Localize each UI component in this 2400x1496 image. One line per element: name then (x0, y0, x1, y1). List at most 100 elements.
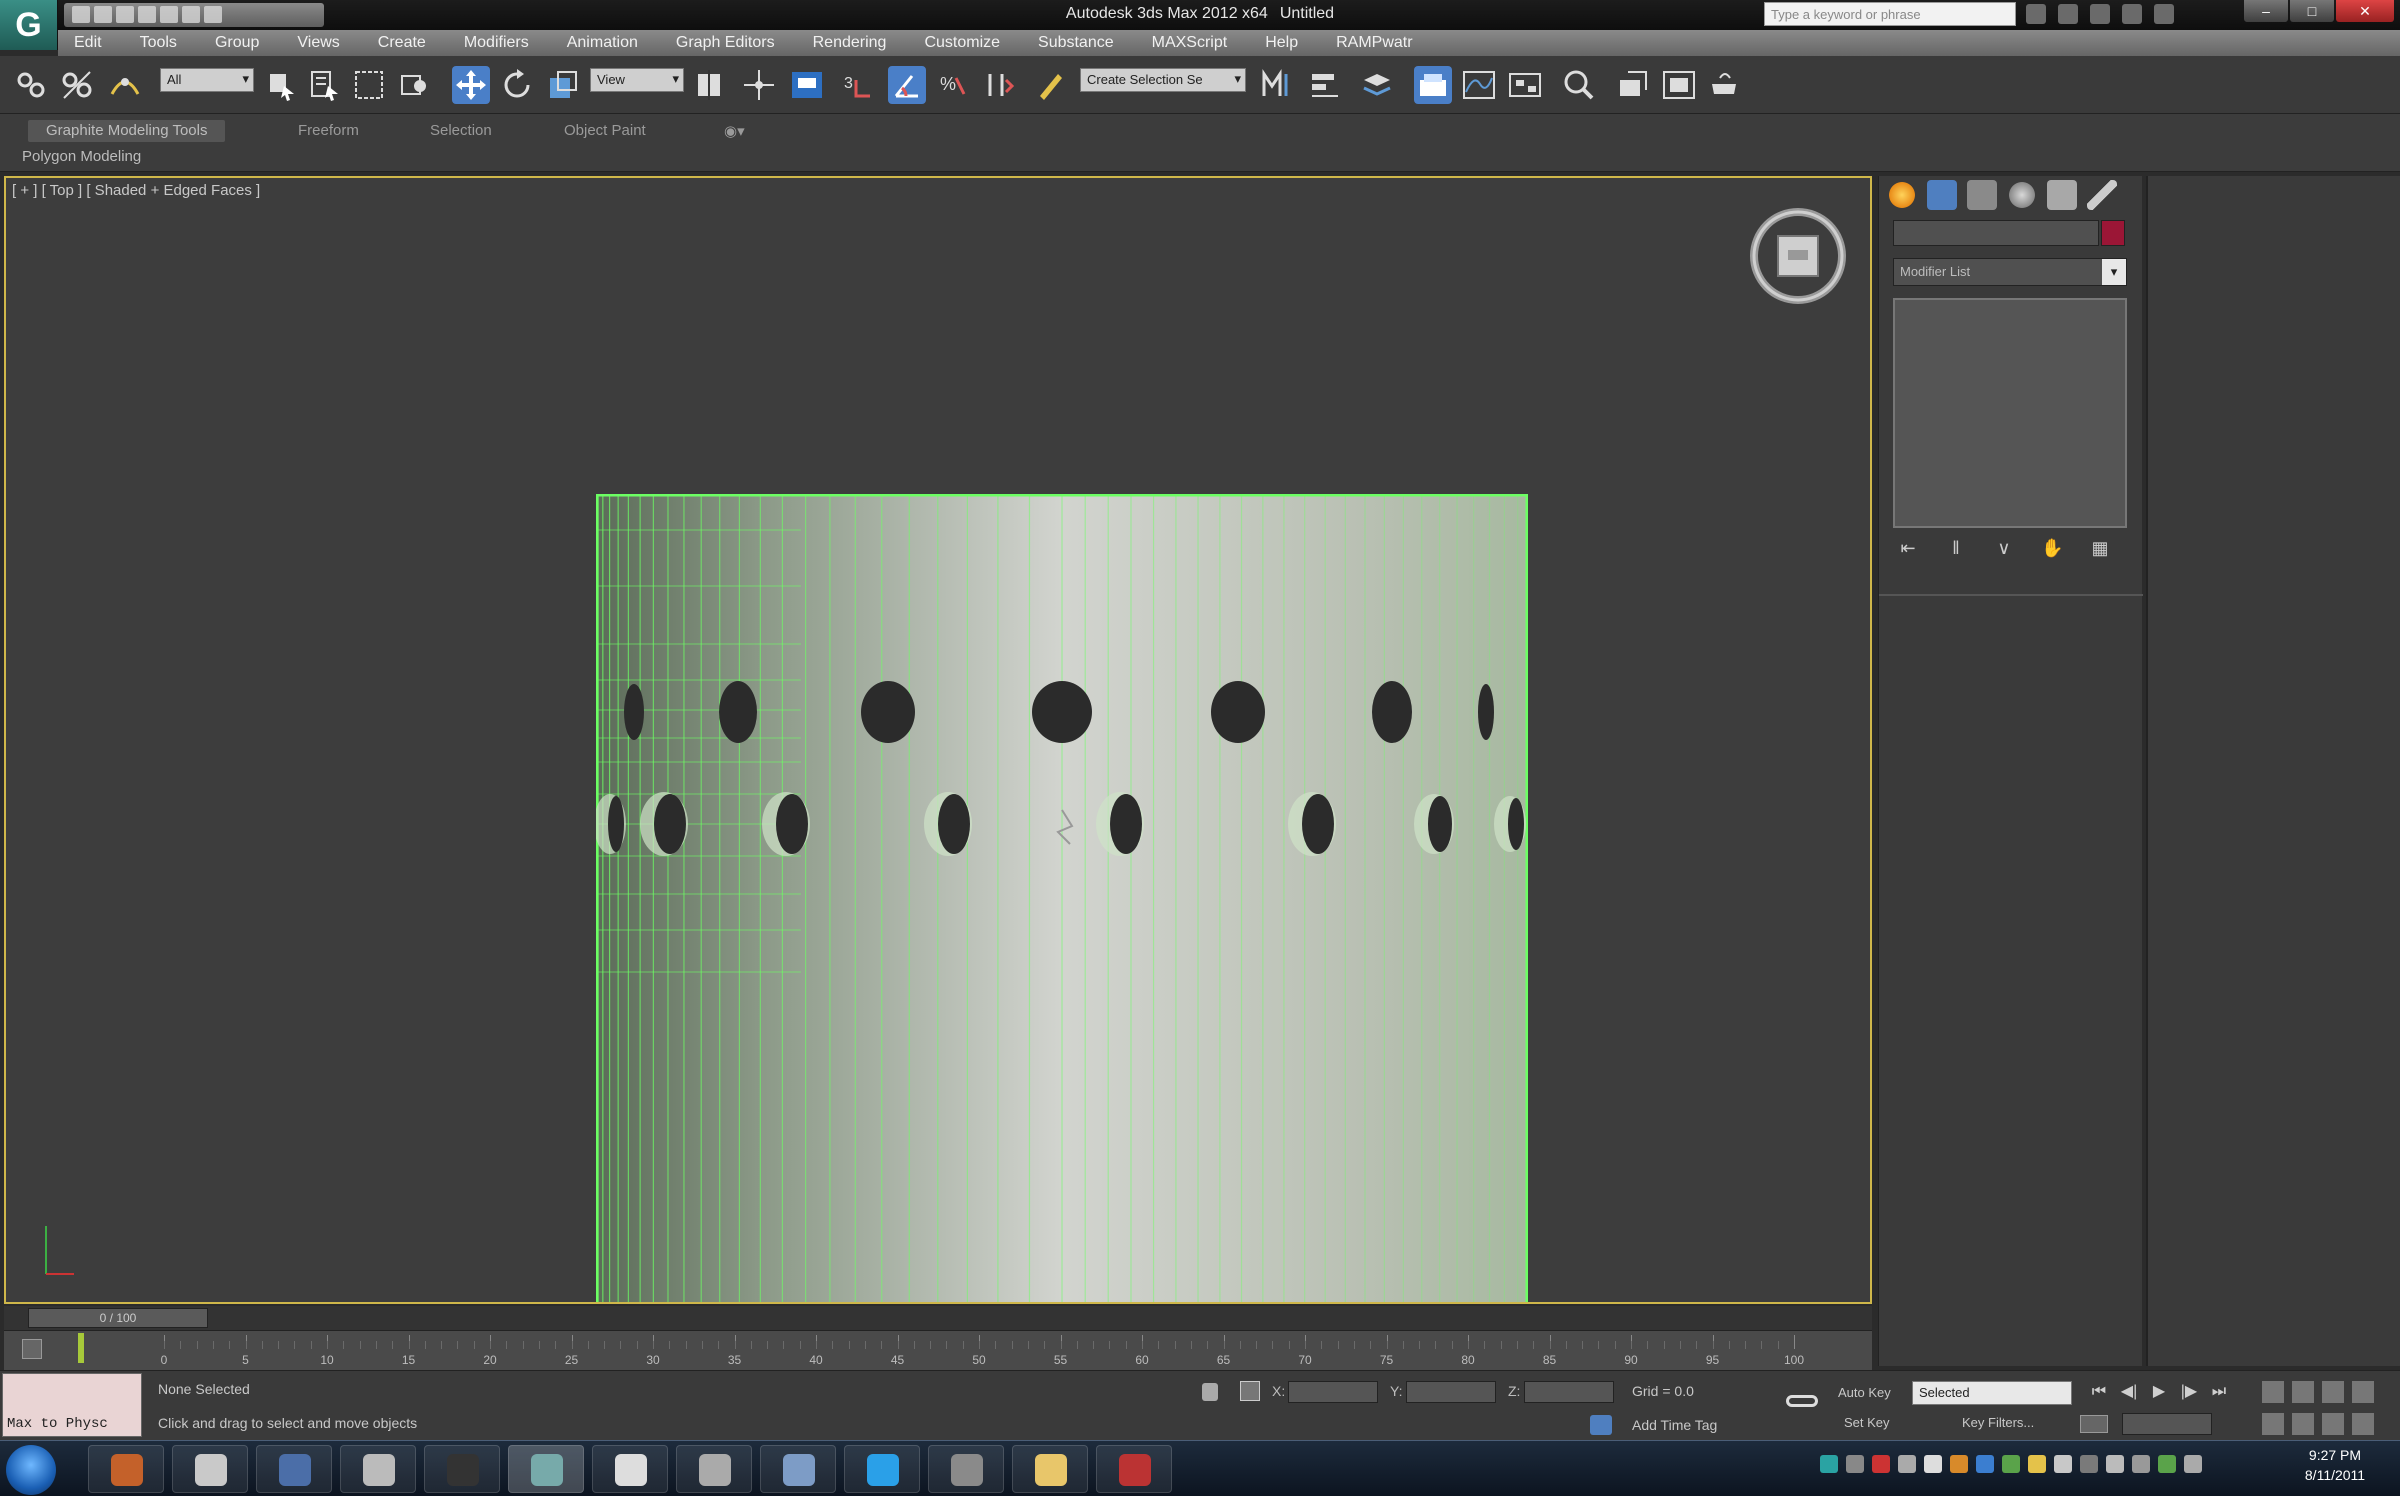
pin-stack-icon[interactable]: ⇤ (1897, 538, 1919, 560)
modifier-stack[interactable] (1893, 298, 2127, 528)
display-icon[interactable] (2047, 180, 2077, 210)
add-time-tag-button[interactable]: Add Time Tag (1632, 1417, 1717, 1433)
show-end-result-icon[interactable]: ‖ (1945, 538, 1967, 560)
create-icon[interactable] (1887, 180, 1917, 210)
zoom-extents-icon[interactable] (2322, 1381, 2344, 1403)
taskbar-app-button[interactable] (508, 1445, 584, 1493)
taskbar-app-button[interactable] (592, 1445, 668, 1493)
menu-tools[interactable]: Tools (140, 34, 177, 52)
zoom-icon[interactable] (2262, 1381, 2284, 1403)
named-selection-dropdown[interactable]: Create Selection Se (1080, 68, 1246, 92)
quick-access-toolbar[interactable] (64, 3, 324, 27)
ribbon-panel-polygon-modeling[interactable]: Polygon Modeling (22, 148, 141, 165)
select-object-icon[interactable] (262, 66, 300, 104)
menu-create[interactable]: Create (378, 34, 426, 52)
percent-snap-icon[interactable]: % (934, 66, 972, 104)
tab-selection[interactable]: Selection (412, 120, 510, 142)
auto-key-button[interactable]: Auto Key (1838, 1385, 1891, 1400)
taskbar-app-button[interactable] (928, 1445, 1004, 1493)
object-color-swatch[interactable] (2101, 220, 2125, 246)
remove-modifier-icon[interactable]: ✋ (2041, 538, 2063, 560)
binoculars-icon[interactable] (2026, 4, 2046, 24)
curve-editor-icon[interactable] (1460, 66, 1498, 104)
angle-snap-icon[interactable] (888, 66, 926, 104)
menu-maxscript[interactable]: MAXScript (1152, 34, 1228, 52)
play-icon[interactable]: ▶ (2146, 1381, 2172, 1403)
taskbar-app-button[interactable] (1096, 1445, 1172, 1493)
maximize-button[interactable]: □ (2290, 0, 2334, 22)
zoom-all-icon[interactable] (2292, 1381, 2314, 1403)
snaps-toggle-icon[interactable]: 3 (840, 66, 878, 104)
reference-coordinate-dropdown[interactable]: View (590, 68, 684, 92)
select-and-move-icon[interactable] (452, 66, 490, 104)
tray-battery-icon[interactable] (2158, 1455, 2176, 1473)
utilities-icon[interactable] (2087, 180, 2117, 210)
taskbar-app-button[interactable] (424, 1445, 500, 1493)
render-setup-icon[interactable] (1614, 66, 1652, 104)
tray-flame-icon[interactable] (1950, 1455, 1968, 1473)
search-input[interactable]: Type a keyword or phrase (1764, 2, 2016, 26)
tab-graphite-modeling-tools[interactable]: Graphite Modeling Tools (28, 120, 226, 142)
make-unique-icon[interactable]: ∨ (1993, 538, 2015, 560)
redo-icon[interactable] (160, 6, 178, 23)
modify-icon[interactable] (1927, 180, 1957, 210)
motion-icon[interactable] (2007, 180, 2037, 210)
viewcube-icon[interactable] (1748, 206, 1848, 306)
object-name-field[interactable] (1893, 220, 2099, 246)
key-mode-toggle-icon[interactable] (2080, 1415, 2108, 1433)
app-button-icon[interactable]: G (0, 0, 58, 50)
set-key-button[interactable]: Set Key (1844, 1415, 1890, 1430)
select-and-link-icon[interactable] (12, 66, 50, 104)
tray-orange-icon[interactable] (2028, 1455, 2046, 1473)
select-and-scale-icon[interactable] (544, 66, 582, 104)
taskbar-app-button[interactable] (88, 1445, 164, 1493)
tray-antivirus-icon[interactable] (1872, 1455, 1890, 1473)
graphite-toggle-icon[interactable] (1414, 66, 1452, 104)
tray-chart-icon[interactable] (2080, 1455, 2098, 1473)
unlink-icon[interactable] (58, 66, 96, 104)
cylinder-mesh[interactable] (596, 494, 1528, 1304)
y-coordinate-field[interactable] (1406, 1381, 1496, 1403)
time-slider[interactable]: 0 / 100 (4, 1306, 1872, 1330)
pivot-center-icon[interactable] (690, 66, 728, 104)
taskbar-app-button[interactable] (844, 1445, 920, 1493)
taskbar-app-button[interactable] (256, 1445, 332, 1493)
tray-steam-icon[interactable] (1976, 1455, 1994, 1473)
pan-view-icon[interactable] (2292, 1413, 2314, 1435)
orbit-icon[interactable] (2322, 1413, 2344, 1435)
bind-space-warp-icon[interactable] (106, 66, 144, 104)
tray-network-icon[interactable] (1820, 1455, 1838, 1473)
current-frame-field[interactable] (2122, 1413, 2212, 1435)
taskbar-app-button[interactable] (1012, 1445, 1088, 1493)
previous-frame-icon[interactable]: ◀| (2116, 1381, 2142, 1403)
taskbar-app-button[interactable] (172, 1445, 248, 1493)
rectangular-selection-icon[interactable] (350, 66, 388, 104)
maxscript-mini-listener[interactable]: Max to Physc (2, 1373, 142, 1437)
menu-plugin[interactable]: RAMPwatr (1336, 34, 1412, 52)
tray-volume-icon[interactable] (2184, 1455, 2202, 1473)
tray-usb-icon[interactable] (1898, 1455, 1916, 1473)
tray-dropbox-icon[interactable] (1924, 1455, 1942, 1473)
mini-curve-editor-icon[interactable] (22, 1339, 42, 1359)
taskbar-app-button[interactable] (760, 1445, 836, 1493)
new-file-icon[interactable] (72, 6, 90, 23)
save-file-icon[interactable] (116, 6, 134, 23)
key-selection-dropdown[interactable]: Selected (1912, 1381, 2072, 1405)
minimize-button[interactable]: – (2244, 0, 2288, 22)
lock-icon[interactable] (1202, 1383, 1218, 1401)
align-icon[interactable] (1306, 66, 1344, 104)
menu-substance[interactable]: Substance (1038, 34, 1114, 52)
selection-filter-dropdown[interactable]: All (160, 68, 254, 92)
open-file-icon[interactable] (94, 6, 112, 23)
go-to-end-icon[interactable]: ⏭ (2206, 1381, 2232, 1403)
material-editor-icon[interactable] (1560, 66, 1598, 104)
select-and-rotate-icon[interactable] (498, 66, 536, 104)
menu-edit[interactable]: Edit (74, 34, 102, 52)
keyboard-shortcut-override-icon[interactable] (788, 66, 826, 104)
next-frame-icon[interactable]: |▶ (2176, 1381, 2202, 1403)
render-production-icon[interactable] (1706, 66, 1744, 104)
hierarchy-icon[interactable] (1967, 180, 1997, 210)
ribbon-options-icon[interactable]: ◉▾ (706, 120, 763, 142)
maximize-viewport-icon[interactable] (2352, 1413, 2374, 1435)
menu-graph-editors[interactable]: Graph Editors (676, 34, 775, 52)
